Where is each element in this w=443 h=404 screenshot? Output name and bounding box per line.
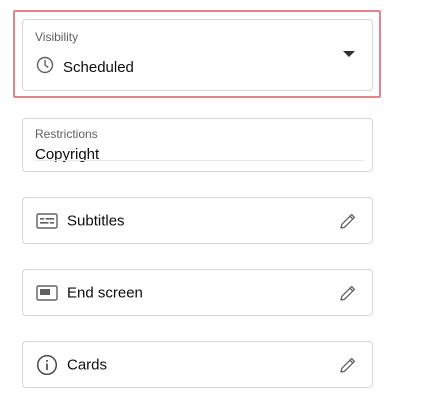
restrictions-field[interactable]: Restrictions Copyright [22, 118, 373, 172]
restrictions-label: Restrictions [35, 127, 98, 141]
subtitles-icon [36, 212, 58, 229]
visibility-value: Scheduled [63, 59, 134, 76]
pencil-icon[interactable] [337, 210, 359, 232]
video-settings-panel: Visibility Scheduled Restrictions Copyri… [0, 0, 443, 404]
info-icon [36, 354, 58, 376]
subtitles-row[interactable]: Subtitles [22, 197, 373, 244]
visibility-value-row: Scheduled [36, 56, 134, 79]
end-screen-row[interactable]: End screen [22, 269, 373, 316]
pencil-icon[interactable] [337, 282, 359, 304]
pencil-icon[interactable] [337, 354, 359, 376]
visibility-label: Visibility [35, 30, 79, 44]
end-screen-title: End screen [67, 284, 143, 301]
subtitles-title: Subtitles [67, 212, 125, 229]
dropdown-arrow-icon[interactable] [343, 51, 355, 57]
end-screen-icon [36, 284, 58, 301]
cards-title: Cards [67, 356, 108, 373]
visibility-dropdown[interactable]: Visibility Scheduled [22, 19, 373, 91]
clock-icon [36, 56, 54, 79]
restrictions-divider [35, 160, 364, 161]
cards-row[interactable]: Cards [22, 341, 373, 388]
